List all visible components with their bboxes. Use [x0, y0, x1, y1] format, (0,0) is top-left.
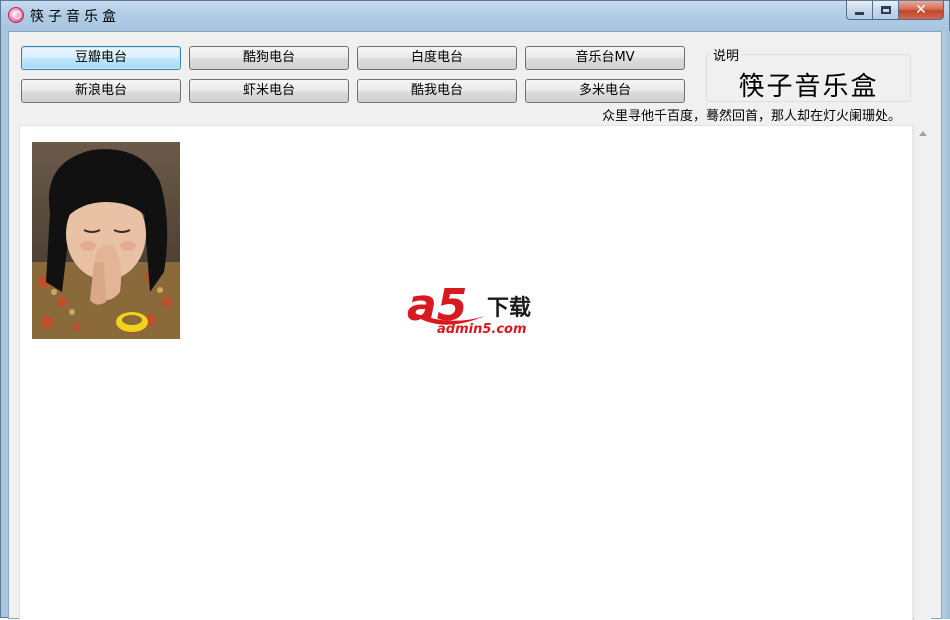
- station-button-kugou[interactable]: 酷狗电台: [189, 46, 349, 70]
- station-button-duomi[interactable]: 多米电台: [525, 79, 685, 103]
- station-button-douban[interactable]: 豆瓣电台: [21, 46, 181, 70]
- maximize-button[interactable]: [873, 1, 899, 20]
- close-icon: ✕: [915, 2, 927, 18]
- minimize-icon: [855, 11, 864, 15]
- maximize-icon: [880, 6, 891, 14]
- station-button-sina[interactable]: 新浪电台: [21, 79, 181, 103]
- app-icon[interactable]: [8, 7, 24, 23]
- content-scrollbar[interactable]: [914, 125, 931, 620]
- app-brand-title: 筷子音乐盒: [738, 72, 879, 102]
- window-title: 筷子音乐盒: [30, 9, 120, 25]
- watermark-text: 下载: [487, 296, 532, 321]
- close-button[interactable]: ✕: [899, 1, 944, 20]
- client-area: 豆瓣电台 酷狗电台 白度电台 音乐台MV 新浪电台 虾米电台 酷我电台 多米电台…: [8, 31, 942, 620]
- watermark-url: admin5.com: [437, 322, 527, 337]
- station-button-yinyuetai-mv[interactable]: 音乐台MV: [525, 46, 685, 70]
- station-button-xiami[interactable]: 虾米电台: [189, 79, 349, 103]
- scroll-up-arrow-icon[interactable]: [919, 131, 927, 136]
- window-right-frame: [942, 31, 950, 619]
- title-bar[interactable]: 筷子音乐盒 ✕: [1, 1, 949, 31]
- watermark-logo: a5 下载 admin5.com: [407, 284, 547, 340]
- window-controls: ✕: [846, 1, 944, 21]
- station-button-kuwo[interactable]: 酷我电台: [357, 79, 517, 103]
- content-panel[interactable]: a5 下载 admin5.com: [19, 125, 913, 620]
- minimize-button[interactable]: [846, 1, 873, 20]
- tagline-text: 众里寻他千百度，蓦然回首，那人却在灯火阑珊处。: [602, 109, 902, 124]
- info-groupbox-caption: 说明: [710, 45, 743, 64]
- app-window: 筷子音乐盒 ✕ 豆瓣电台 酷狗电台 白度电台 音乐台MV 新浪电台 虾米电台 酷…: [0, 0, 950, 620]
- cover-photo: [32, 142, 180, 339]
- station-button-baidu[interactable]: 白度电台: [357, 46, 517, 70]
- cover-photo-image: [32, 142, 180, 339]
